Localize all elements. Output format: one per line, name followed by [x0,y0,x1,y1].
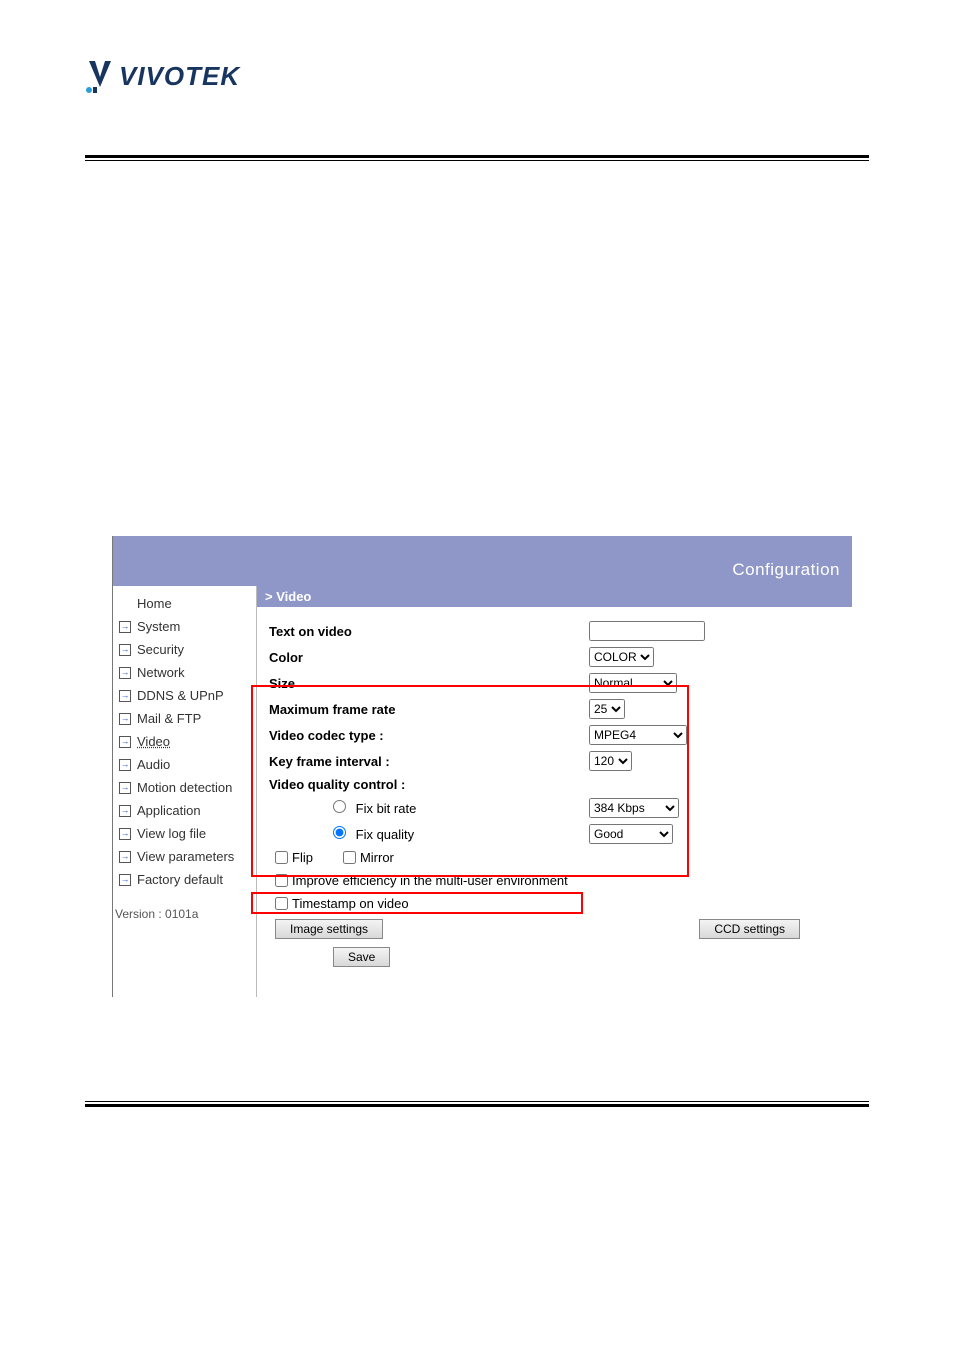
hr-top [85,155,869,161]
codec-label: Video codec type : [269,728,589,743]
arrow-icon: → [119,851,131,863]
fix-quality-radio[interactable] [333,826,346,839]
arrow-icon: → [119,805,131,817]
logo-text: VIVOTEK [119,61,240,92]
vivotek-logo-icon [85,55,115,97]
ccd-settings-button[interactable]: CCD settings [699,919,800,939]
sidebar-item-video[interactable]: → Video [113,730,256,753]
fix-bitrate-label: Fix bit rate [356,801,417,816]
color-label: Color [269,650,589,665]
codec-select[interactable]: MPEG4 [589,725,687,745]
sidebar-item-motion-detection[interactable]: → Motion detection [113,776,256,799]
arrow-icon: → [119,667,131,679]
sidebar-item-label: View parameters [137,849,234,864]
mirror-checkbox-wrap[interactable]: Mirror [343,850,394,865]
sidebar-item-label: View log file [137,826,206,841]
sidebar-item-label: Audio [137,757,170,772]
sidebar-item-label: DDNS & UPnP [137,688,224,703]
arrow-icon: → [119,713,131,725]
sidebar-item-label: Motion detection [137,780,232,795]
size-label: Size [269,676,589,691]
sidebar-item-security[interactable]: → Security [113,638,256,661]
max-frame-rate-label: Maximum frame rate [269,702,589,717]
sidebar-item-label: Mail & FTP [137,711,201,726]
sidebar-item-audio[interactable]: → Audio [113,753,256,776]
key-frame-label: Key frame interval : [269,754,589,769]
page-title: Configuration [732,560,840,580]
flip-checkbox[interactable] [275,851,288,864]
mirror-checkbox[interactable] [343,851,356,864]
improve-efficiency-label: Improve efficiency in the multi-user env… [292,873,568,888]
logo: VIVOTEK [85,55,240,97]
sidebar-item-factory-default[interactable]: → Factory default [113,868,256,891]
image-settings-button[interactable]: Image settings [275,919,383,939]
color-select[interactable]: COLOR [589,647,654,667]
arrow-icon: → [119,759,131,771]
sidebar-item-label: Security [137,642,184,657]
sidebar-item-label: System [137,619,180,634]
timestamp-checkbox[interactable] [275,897,288,910]
max-frame-rate-select[interactable]: 25 [589,699,625,719]
arrow-icon: → [119,736,131,748]
sidebar-item-home[interactable]: Home [113,586,256,615]
size-select[interactable]: Normal [589,673,677,693]
flip-label: Flip [292,850,313,865]
flip-checkbox-wrap[interactable]: Flip [275,850,313,865]
sidebar-item-label: Factory default [137,872,223,887]
configuration-panel: Configuration Home → System → Security →… [112,536,852,997]
video-quality-control-label: Video quality control : [269,777,589,792]
timestamp-label: Timestamp on video [292,896,409,911]
arrow-icon: → [119,782,131,794]
arrow-icon: → [119,874,131,886]
arrow-icon: → [119,621,131,633]
fix-bitrate-select[interactable]: 384 Kbps [589,798,679,818]
hr-bottom [85,1101,869,1107]
improve-efficiency-checkbox[interactable] [275,874,288,887]
sidebar-item-view-parameters[interactable]: → View parameters [113,845,256,868]
section-title: > Video [257,586,852,607]
save-button[interactable]: Save [333,947,390,967]
arrow-icon: → [119,828,131,840]
sidebar-item-mail-ftp[interactable]: → Mail & FTP [113,707,256,730]
mirror-label: Mirror [360,850,394,865]
sidebar-item-network[interactable]: → Network [113,661,256,684]
fix-bitrate-radio[interactable] [333,800,346,813]
sidebar-item-label: Home [137,596,172,611]
text-on-video-label: Text on video [269,624,589,639]
sidebar: Home → System → Security → Network → DDN… [113,586,257,997]
configuration-header: Configuration [113,536,852,586]
text-on-video-input[interactable] [589,621,705,641]
version-label: Version : 0101a [113,891,256,937]
main-content: > Video Text on video Color COLOR Size N… [257,586,852,997]
sidebar-item-ddns-upnp[interactable]: → DDNS & UPnP [113,684,256,707]
key-frame-select[interactable]: 120 [589,751,632,771]
fix-bitrate-option[interactable]: Fix bit rate [269,800,589,816]
fix-quality-label: Fix quality [356,827,415,842]
fix-quality-option[interactable]: Fix quality [269,826,589,842]
arrow-icon: → [119,644,131,656]
arrow-icon: → [119,690,131,702]
sidebar-item-label: Application [137,803,201,818]
sidebar-item-label: Network [137,665,185,680]
sidebar-item-application[interactable]: → Application [113,799,256,822]
sidebar-item-view-log-file[interactable]: → View log file [113,822,256,845]
sidebar-item-label: Video [137,734,170,749]
fix-quality-select[interactable]: Good [589,824,673,844]
sidebar-item-system[interactable]: → System [113,615,256,638]
